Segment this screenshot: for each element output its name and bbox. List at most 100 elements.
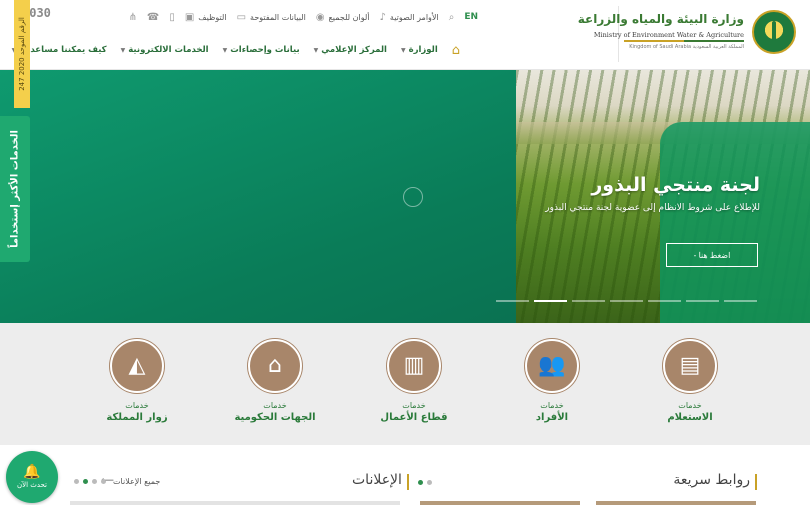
service-inquiry[interactable]: ▤ خدمات الاستعلام [640,339,740,423]
nav-media-label: المركز الإعلامي [321,45,387,55]
bell-icon: 🔔 [23,464,41,480]
service-small: خدمات [263,401,287,410]
bottom-section: روابط سريعة الإعلانات جميع الإعلانات ⟵ [0,445,810,505]
all-announcements-link[interactable]: جميع الإعلانات [113,477,160,486]
quick-link-card-edge [596,501,756,505]
slider-dot[interactable] [686,300,719,302]
service-circle: 👥 [525,339,579,393]
building-icon: ▥ [403,353,425,378]
microphone-icon: ♪ [379,11,386,23]
mobile-icon[interactable]: ▯ [169,12,175,23]
hero-cta-button[interactable]: اضغط هنا - [666,243,758,267]
service-circle: ▤ [663,339,717,393]
nav-eservices-label: الخدمات الالكترونية [128,45,209,55]
service-small: خدمات [678,401,702,410]
announcements-title: الإعلانات [352,472,409,490]
slider-dot[interactable] [724,300,757,302]
pager-dot[interactable] [101,479,106,484]
nav-ministry-label: الوزارة [408,45,438,55]
service-business[interactable]: ▥ خدمات قطاع الأعمال [364,339,464,423]
indicator-dot[interactable] [418,480,423,485]
utility-bar: ⋔ ☎ ▯ ▣ التوظيف ▭ البيانات المفتوحة ◉ أل… [22,7,478,27]
quick-links-title: روابط سريعة [673,472,757,490]
slider-dot[interactable] [648,300,681,302]
slider-dot[interactable] [572,300,605,302]
logo-arabic: وزارة البيئة والمياه والزراعة [577,12,744,26]
chevron-down-icon: ▼ [313,47,319,54]
nav-ministry[interactable]: الوزارة▼ [401,45,438,55]
pager-dot[interactable] [83,479,88,484]
slider-dot[interactable] [496,300,529,302]
announcement-indicator [418,480,432,485]
pager-dot[interactable] [92,479,97,484]
logo-divider [624,40,744,42]
ministry-logo[interactable]: وزارة البيئة والمياه والزراعة Ministry o… [578,6,804,62]
utility-voice[interactable]: ♪ الأوامر الصوتية [380,12,439,23]
service-visitors[interactable]: ◭ خدمات زوار المملكة [87,339,187,423]
hero-cta-label: اضغط هنا [698,250,731,260]
utility-open-data[interactable]: ▭ البيانات المفتوحة [237,12,306,23]
people-icon: 👥 [538,353,566,378]
announcement-pager [74,479,106,484]
passport-icon: ▤ [679,353,701,378]
service-big: الاستعلام [667,412,713,423]
careers-label: التوظيف [198,12,227,22]
service-big: الأفراد [535,412,569,423]
unified-number-label: الرقم الموحد 2020 247 [18,17,26,91]
service-big: زوار المملكة [106,412,168,423]
service-circle: ⌂ [248,339,302,393]
service-individuals[interactable]: 👥 خدمات الأفراد [502,339,602,423]
slider-dots [496,300,757,302]
chevron-down-icon: ▼ [222,47,228,54]
slider-dot[interactable] [610,300,643,302]
service-government[interactable]: ⌂ خدمات الجهات الحكومية [225,339,325,423]
services-section: ▤ خدمات الاستعلام 👥 خدمات الأفراد ▥ خدما… [0,323,810,445]
service-circle: ◭ [110,339,164,393]
logo-english: Ministry of Environment Water & Agricult… [593,31,744,39]
service-small: خدمات [125,401,149,410]
nav-eservices[interactable]: الخدمات الالكترونية▼ [121,45,209,55]
service-small: خدمات [402,401,426,410]
saudi-emblem-icon [752,10,796,54]
main-nav: كيف يمكننا مساعدتك▼ الخدمات الالكترونية▼… [12,38,460,62]
hero-panel [660,122,810,323]
service-small: خدمات [540,401,564,410]
home-icon[interactable]: ⌂ [452,43,460,58]
service-big: الجهات الحكومية [234,412,316,423]
hero-title: لجنة منتجي البذور [591,174,760,196]
language-toggle[interactable]: EN [464,12,478,22]
loading-spinner-icon [403,187,423,207]
indicator-dot[interactable] [427,480,432,485]
unified-number-tab[interactable]: الرقم الموحد 2020 247 [14,0,30,108]
eye-icon: ◉ [315,11,325,23]
service-circle: ▥ [387,339,441,393]
folder-icon: ▭ [236,11,247,23]
utility-colors[interactable]: ◉ ألوان للجميع [316,12,370,23]
utility-careers[interactable]: ▣ التوظيف [185,12,227,23]
live-chat-label: تحدث الآن [16,481,48,489]
live-chat-button[interactable]: 🔔 تحدث الآن [6,451,58,503]
most-used-services-tab[interactable]: الخدمات الأكثر إستخداماً [0,116,30,262]
most-used-services-label: الخدمات الأكثر إستخداماً [9,130,21,248]
announcement-card-edge [70,501,400,505]
header: وزارة البيئة والمياه والزراعة Ministry o… [0,0,810,70]
logo-kingdom: المملكة العربية السعودية Kingdom of Saud… [629,44,744,50]
briefcase-icon: ▣ [184,11,195,23]
hero-slider: لجنة منتجي البذور للإطلاع على شروط الانظ… [0,70,810,323]
pager-dot[interactable] [74,479,79,484]
search-icon[interactable]: ⌕ [449,12,455,23]
sitemap-icon[interactable]: ⋔ [128,12,136,23]
service-big: قطاع الأعمال [380,412,448,423]
announcement-card-edge [420,501,580,505]
open-data-label: البيانات المفتوحة [250,12,306,22]
nav-data-label: بيانات وإحصاءات [230,45,300,55]
nav-data[interactable]: بيانات وإحصاءات▼ [223,45,300,55]
chevron-down-icon: ▼ [120,47,126,54]
nav-media[interactable]: المركز الإعلامي▼ [314,45,387,55]
saudi-map-icon: ◭ [128,353,146,378]
chevron-down-icon: ▼ [400,47,406,54]
voice-label: الأوامر الصوتية [389,12,439,22]
slider-dot[interactable] [534,300,567,302]
phone-icon[interactable]: ☎ [147,12,159,23]
colors-label: ألوان للجميع [328,12,370,22]
